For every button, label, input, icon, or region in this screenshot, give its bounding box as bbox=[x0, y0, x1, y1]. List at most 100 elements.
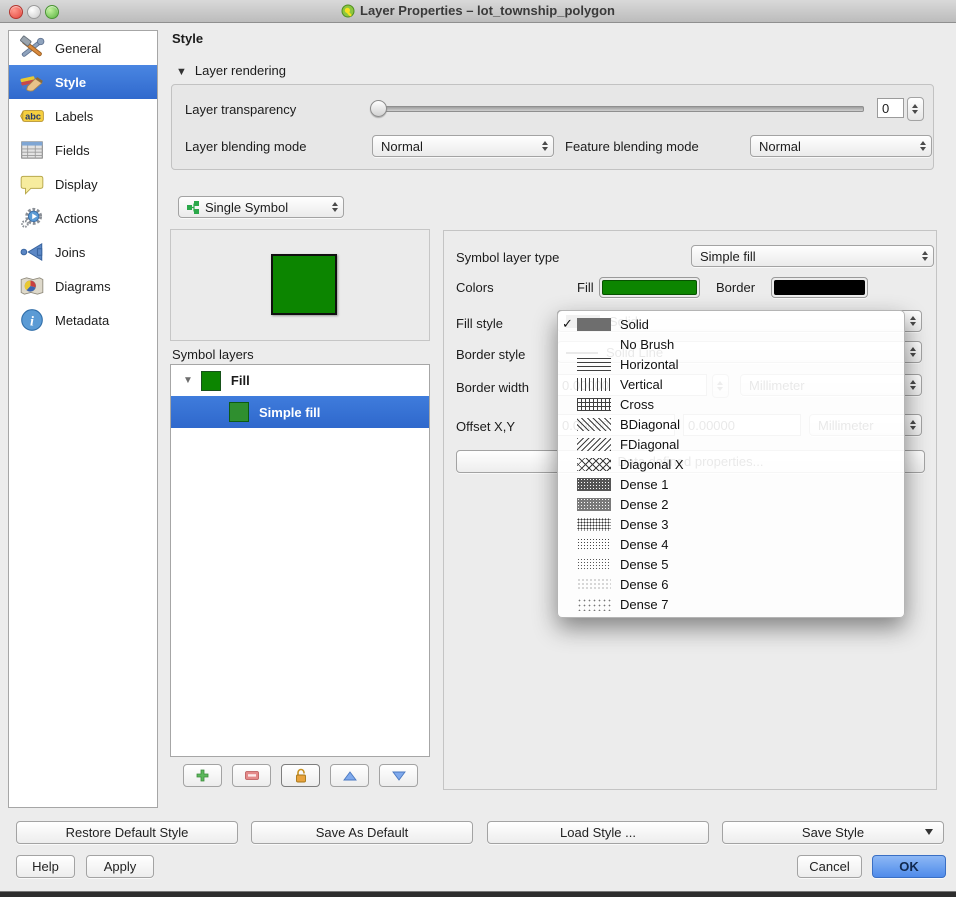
none-pattern-swatch-icon bbox=[577, 338, 611, 351]
sidebar-item-label: General bbox=[55, 41, 101, 56]
menu-item-bdiagonal[interactable]: BDiagonal bbox=[558, 414, 904, 434]
gear-play-icon bbox=[18, 204, 46, 232]
transparency-slider-handle[interactable] bbox=[370, 100, 387, 117]
menu-item-label: Diagonal X bbox=[620, 457, 684, 472]
window-bottom-edge bbox=[0, 891, 956, 897]
feature-blending-mode-label: Feature blending mode bbox=[565, 139, 699, 154]
combo-arrows-icon bbox=[910, 347, 916, 357]
load-style-button[interactable]: Load Style ... bbox=[487, 821, 709, 844]
menu-item-vertical[interactable]: Vertical bbox=[558, 374, 904, 394]
menu-item-label: No Brush bbox=[620, 337, 674, 352]
sidebar-item-style[interactable]: Style bbox=[9, 65, 157, 99]
move-layer-down-button[interactable] bbox=[379, 764, 418, 787]
symbol-preview-swatch bbox=[271, 254, 337, 315]
svg-text:i: i bbox=[30, 313, 34, 329]
apply-button[interactable]: Apply bbox=[86, 855, 154, 878]
info-icon: i bbox=[18, 306, 46, 334]
horizontal-pattern-swatch-icon bbox=[577, 358, 611, 371]
dense7-pattern-swatch-icon bbox=[577, 598, 611, 611]
menu-item-label: Vertical bbox=[620, 377, 663, 392]
up-triangle-icon bbox=[343, 771, 357, 781]
vertical-pattern-swatch-icon bbox=[577, 378, 611, 391]
symbol-layer-type-select[interactable]: Simple fill bbox=[691, 245, 934, 267]
layer-rendering-section-header[interactable]: ▼Layer rendering bbox=[176, 63, 286, 78]
menu-item-no-brush[interactable]: No Brush bbox=[558, 334, 904, 354]
sidebar-item-general[interactable]: General bbox=[9, 31, 157, 65]
speech-bubble-icon bbox=[18, 170, 46, 198]
expand-triangle-icon[interactable]: ▼ bbox=[183, 375, 193, 386]
combo-arrows-icon bbox=[910, 380, 916, 390]
menu-item-dense-6[interactable]: Dense 6 bbox=[558, 574, 904, 594]
dense1-pattern-swatch-icon bbox=[577, 478, 611, 491]
transparency-value-field[interactable]: 0 bbox=[877, 98, 904, 118]
offset-label: Offset X,Y bbox=[456, 419, 515, 434]
feature-blending-mode-select[interactable]: Normal bbox=[750, 135, 932, 157]
dense5-pattern-swatch-icon bbox=[577, 558, 611, 571]
stepper-arrows-icon bbox=[912, 104, 918, 114]
dense3-pattern-swatch-icon bbox=[577, 518, 611, 531]
tree-item-simple-fill[interactable]: Simple fill bbox=[171, 396, 429, 428]
symbol-preview-panel bbox=[170, 229, 430, 341]
border-color-button[interactable] bbox=[771, 277, 868, 298]
title-bar: Layer Properties – lot_township_polygon bbox=[0, 0, 956, 23]
symbol-layers-label: Symbol layers bbox=[172, 347, 254, 362]
layer-blending-mode-select[interactable]: Normal bbox=[372, 135, 554, 157]
menu-item-label: Dense 2 bbox=[620, 497, 668, 512]
layer-transparency-label: Layer transparency bbox=[185, 102, 296, 117]
solid-pattern-swatch-icon bbox=[577, 318, 611, 331]
menu-item-label: BDiagonal bbox=[620, 417, 680, 432]
menu-item-diagonal-x[interactable]: Diagonal X bbox=[558, 454, 904, 474]
fill-color-chip bbox=[602, 280, 697, 295]
sidebar-item-label: Actions bbox=[55, 211, 98, 226]
sidebar-item-actions[interactable]: Actions bbox=[9, 201, 157, 235]
add-symbol-layer-button[interactable] bbox=[183, 764, 222, 787]
menu-item-fdiagonal[interactable]: FDiagonal bbox=[558, 434, 904, 454]
menu-item-label: Horizontal bbox=[620, 357, 679, 372]
transparency-stepper[interactable] bbox=[907, 97, 924, 121]
menu-item-dense-4[interactable]: Dense 4 bbox=[558, 534, 904, 554]
combo-arrows-icon bbox=[542, 141, 548, 151]
menu-item-cross[interactable]: Cross bbox=[558, 394, 904, 414]
check-icon: ✓ bbox=[562, 316, 577, 332]
sidebar-item-diagrams[interactable]: Diagrams bbox=[9, 269, 157, 303]
colors-label: Colors bbox=[456, 280, 494, 295]
diagx-pattern-swatch-icon bbox=[577, 458, 611, 471]
sidebar-item-metadata[interactable]: i Metadata bbox=[9, 303, 157, 337]
sidebar-item-display[interactable]: Display bbox=[9, 167, 157, 201]
sidebar-item-labels[interactable]: abc Labels bbox=[9, 99, 157, 133]
sidebar-item-label: Joins bbox=[55, 245, 85, 260]
remove-symbol-layer-button[interactable] bbox=[232, 764, 271, 787]
help-button[interactable]: Help bbox=[16, 855, 75, 878]
menu-item-horizontal[interactable]: Horizontal bbox=[558, 354, 904, 374]
menu-item-dense-5[interactable]: Dense 5 bbox=[558, 554, 904, 574]
transparency-slider-track[interactable] bbox=[375, 106, 864, 112]
layer-rendering-panel bbox=[171, 84, 934, 170]
symbol-layers-tree: ▼ Fill Simple fill bbox=[170, 364, 430, 757]
fill-color-button[interactable] bbox=[599, 277, 700, 298]
dense6-pattern-swatch-icon bbox=[577, 578, 611, 591]
menu-item-dense-7[interactable]: Dense 7 bbox=[558, 594, 904, 614]
single-symbol-icon bbox=[187, 201, 199, 214]
sidebar-item-fields[interactable]: Fields bbox=[9, 133, 157, 167]
dropdown-triangle-icon bbox=[925, 829, 933, 835]
cancel-button[interactable]: Cancel bbox=[797, 855, 862, 878]
tree-item-fill[interactable]: ▼ Fill bbox=[171, 365, 429, 396]
menu-item-dense-1[interactable]: Dense 1 bbox=[558, 474, 904, 494]
bdiag-pattern-swatch-icon bbox=[577, 418, 611, 431]
sidebar-item-label: Style bbox=[55, 75, 86, 90]
move-layer-up-button[interactable] bbox=[330, 764, 369, 787]
lock-color-button[interactable] bbox=[281, 764, 320, 787]
sidebar-item-joins[interactable]: Joins bbox=[9, 235, 157, 269]
save-as-default-button[interactable]: Save As Default bbox=[251, 821, 473, 844]
table-icon bbox=[18, 136, 46, 164]
menu-item-label: Dense 3 bbox=[620, 517, 668, 532]
sidebar-item-label: Diagrams bbox=[55, 279, 111, 294]
save-style-button[interactable]: Save Style bbox=[722, 821, 944, 844]
menu-item-dense-2[interactable]: Dense 2 bbox=[558, 494, 904, 514]
restore-default-style-button[interactable]: Restore Default Style bbox=[16, 821, 238, 844]
menu-item-dense-3[interactable]: Dense 3 bbox=[558, 514, 904, 534]
renderer-select[interactable]: Single Symbol bbox=[178, 196, 344, 218]
menu-item-solid[interactable]: ✓Solid bbox=[558, 314, 904, 334]
ok-button[interactable]: OK bbox=[872, 855, 946, 878]
open-lock-icon bbox=[294, 768, 308, 783]
